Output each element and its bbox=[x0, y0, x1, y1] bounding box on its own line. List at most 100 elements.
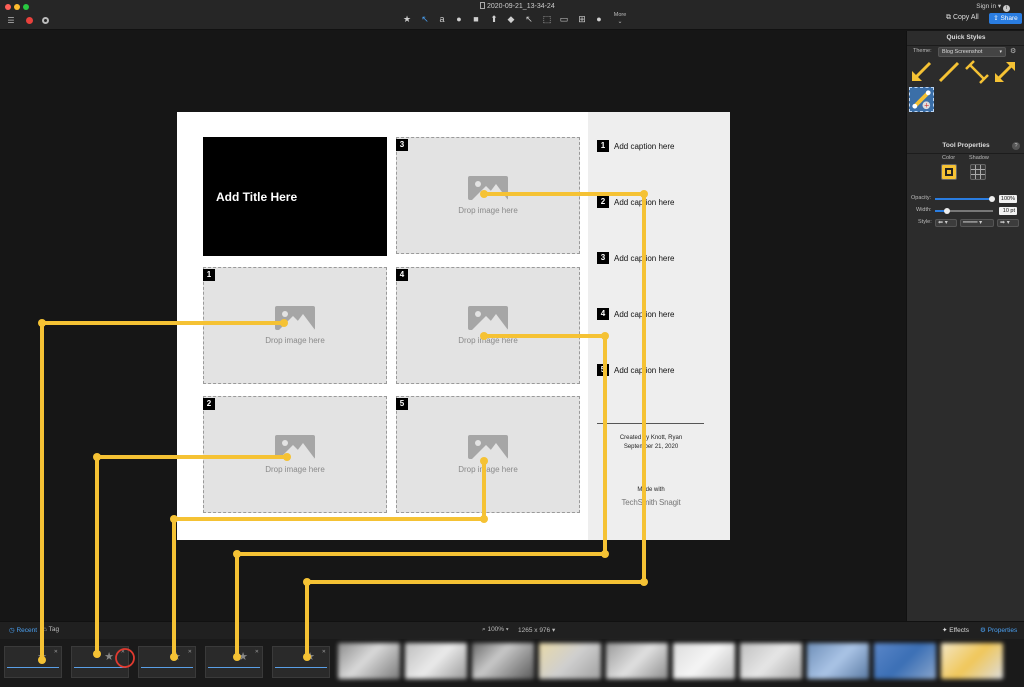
template-title[interactable]: Add Title Here bbox=[216, 190, 297, 204]
image-drop-slot[interactable]: Drop image here bbox=[396, 396, 580, 513]
start-cap-dropdown[interactable]: ⬅ ▾ bbox=[935, 219, 957, 227]
fill-icon[interactable]: ◆ bbox=[505, 13, 517, 25]
image-drop-slot[interactable]: Drop image here bbox=[396, 267, 580, 384]
sign-in-menu[interactable]: Sign in ▾ i bbox=[976, 2, 1010, 12]
close-icon[interactable]: ✕ bbox=[121, 649, 125, 655]
crop-icon[interactable]: ▭ bbox=[558, 13, 570, 25]
width-field[interactable]: 10 pt bbox=[999, 207, 1017, 215]
zoom-control[interactable]: ⌕ 100% ▾ bbox=[482, 626, 509, 634]
star-icon[interactable]: ★ bbox=[305, 650, 315, 663]
arrow-icon[interactable]: ↖ bbox=[419, 13, 431, 25]
close-icon[interactable]: ✕ bbox=[54, 649, 58, 655]
record-button[interactable] bbox=[24, 14, 34, 26]
close-icon[interactable]: ✕ bbox=[322, 649, 326, 655]
document-icon bbox=[480, 2, 485, 9]
effects-label: Effects bbox=[949, 627, 970, 634]
capture-thumbnail[interactable]: ★ ✕ bbox=[138, 646, 196, 678]
capture-thumbnail[interactable]: ★ ✕ bbox=[4, 646, 62, 678]
properties-label: Properties bbox=[987, 627, 1018, 634]
capture-thumbnail[interactable] bbox=[941, 643, 1003, 679]
sidebar-menu-icon[interactable]: ☰ bbox=[6, 14, 16, 26]
capture-thumbnail[interactable] bbox=[338, 643, 400, 679]
opacity-slider-handle[interactable] bbox=[989, 196, 995, 202]
title-box[interactable]: Add Title Here bbox=[203, 137, 387, 256]
capture-thumbnail[interactable] bbox=[673, 643, 735, 679]
style-line-icon[interactable] bbox=[937, 60, 961, 84]
text-a-icon[interactable]: a bbox=[436, 13, 448, 25]
capture-thumbnail[interactable]: ★ ✕ bbox=[272, 646, 330, 678]
color-swatch-button[interactable] bbox=[941, 164, 957, 180]
zoom-window-button[interactable] bbox=[23, 4, 29, 10]
callout-icon[interactable]: ● bbox=[453, 13, 465, 25]
style-arrow-down-left-icon[interactable] bbox=[909, 60, 933, 84]
magnify-icon[interactable]: ⊞ bbox=[576, 13, 588, 25]
line-style-dropdown[interactable]: ━━━━ ▾ bbox=[960, 219, 994, 227]
width-slider-handle[interactable] bbox=[944, 208, 950, 214]
image-drop-slot[interactable]: Drop image here bbox=[203, 267, 387, 384]
style-dimension-line-icon[interactable] bbox=[965, 60, 989, 84]
gear-icon[interactable]: ⚙ bbox=[1010, 47, 1016, 55]
custom-style-selected-icon[interactable]: + bbox=[909, 87, 934, 112]
copy-all-button[interactable]: ⧉ Copy All bbox=[946, 14, 979, 22]
recent-tab[interactable]: ◷ Recent bbox=[9, 626, 37, 634]
caption-text[interactable]: Add caption here bbox=[614, 254, 675, 263]
capture-thumbnail[interactable]: ★ ✕ bbox=[205, 646, 263, 678]
help-icon[interactable]: ? bbox=[1012, 142, 1020, 150]
capture-thumbnail[interactable] bbox=[539, 643, 601, 679]
tag-label: Tag bbox=[48, 626, 60, 633]
star-icon[interactable]: ★ bbox=[104, 650, 114, 663]
close-icon[interactable]: ✕ bbox=[188, 649, 192, 655]
capture-thumbnail[interactable] bbox=[807, 643, 869, 679]
minimize-window-button[interactable] bbox=[14, 4, 20, 10]
slot-number-badge: 5 bbox=[396, 398, 408, 410]
caption-item[interactable]: 2 Add caption here bbox=[597, 195, 675, 209]
slot-number-badge: 2 bbox=[203, 398, 215, 410]
blur-drop-icon[interactable]: ● bbox=[593, 13, 605, 25]
properties-button[interactable]: ⚙ Properties bbox=[980, 626, 1017, 634]
tag-tab[interactable]: ⌂ Tag bbox=[43, 626, 59, 633]
capture-thumbnail[interactable] bbox=[405, 643, 467, 679]
image-dimensions[interactable]: 1265 x 976 ▾ bbox=[518, 626, 555, 634]
caption-item[interactable]: 3 Add caption here bbox=[597, 251, 675, 265]
new-capture-icon[interactable] bbox=[40, 14, 50, 26]
favorites-star-icon[interactable]: ★ bbox=[401, 13, 413, 25]
shape-icon[interactable]: ■ bbox=[470, 13, 482, 25]
capture-thumbnail[interactable]: ★ ✕ bbox=[71, 646, 129, 678]
move-icon[interactable]: ↖ bbox=[523, 13, 535, 25]
more-tools-button[interactable]: More ⌄ bbox=[612, 12, 628, 25]
caption-item[interactable]: 5 Add caption here bbox=[597, 363, 675, 377]
shadow-label: Shadow bbox=[969, 155, 989, 161]
opacity-field[interactable]: 100% bbox=[999, 195, 1017, 203]
info-icon[interactable]: i bbox=[1003, 5, 1010, 12]
end-cap-dropdown[interactable]: ➡ ▾ bbox=[997, 219, 1019, 227]
slot-number-badge: 1 bbox=[203, 269, 215, 281]
style-double-arrow-icon[interactable] bbox=[993, 60, 1017, 84]
caption-item[interactable]: 4 Add caption here bbox=[597, 307, 675, 321]
slot-number-badge: 4 bbox=[396, 269, 408, 281]
image-drop-slot[interactable]: Drop image here bbox=[396, 137, 580, 254]
theme-dropdown[interactable]: Blog Screenshot ▾ bbox=[938, 47, 1006, 57]
caption-text[interactable]: Add caption here bbox=[614, 366, 675, 375]
caption-text[interactable]: Add caption here bbox=[614, 198, 675, 207]
image-placeholder-icon bbox=[468, 435, 508, 459]
caption-number: 2 bbox=[597, 196, 609, 208]
share-button[interactable]: ⇪ Share bbox=[989, 13, 1022, 24]
caption-text[interactable]: Add caption here bbox=[614, 142, 675, 151]
capture-thumbnail[interactable] bbox=[606, 643, 668, 679]
capture-thumbnail[interactable] bbox=[740, 643, 802, 679]
star-icon[interactable]: ★ bbox=[171, 650, 181, 663]
image-drop-slot[interactable]: Drop image here bbox=[203, 396, 387, 513]
capture-thumbnail[interactable] bbox=[874, 643, 936, 679]
caption-column bbox=[588, 112, 730, 540]
close-icon[interactable]: ✕ bbox=[255, 649, 259, 655]
effects-button[interactable]: ✦ Effects bbox=[942, 626, 969, 634]
stamp-icon[interactable]: ⬆ bbox=[488, 13, 500, 25]
star-icon[interactable]: ★ bbox=[238, 650, 248, 663]
selection-icon[interactable]: ⬚ bbox=[541, 13, 553, 25]
caption-item[interactable]: 1 Add caption here bbox=[597, 139, 675, 153]
shadow-grid-button[interactable] bbox=[970, 164, 986, 180]
capture-thumbnail[interactable] bbox=[472, 643, 534, 679]
close-window-button[interactable] bbox=[5, 4, 11, 10]
star-icon[interactable]: ★ bbox=[37, 650, 47, 663]
caption-text[interactable]: Add caption here bbox=[614, 310, 675, 319]
